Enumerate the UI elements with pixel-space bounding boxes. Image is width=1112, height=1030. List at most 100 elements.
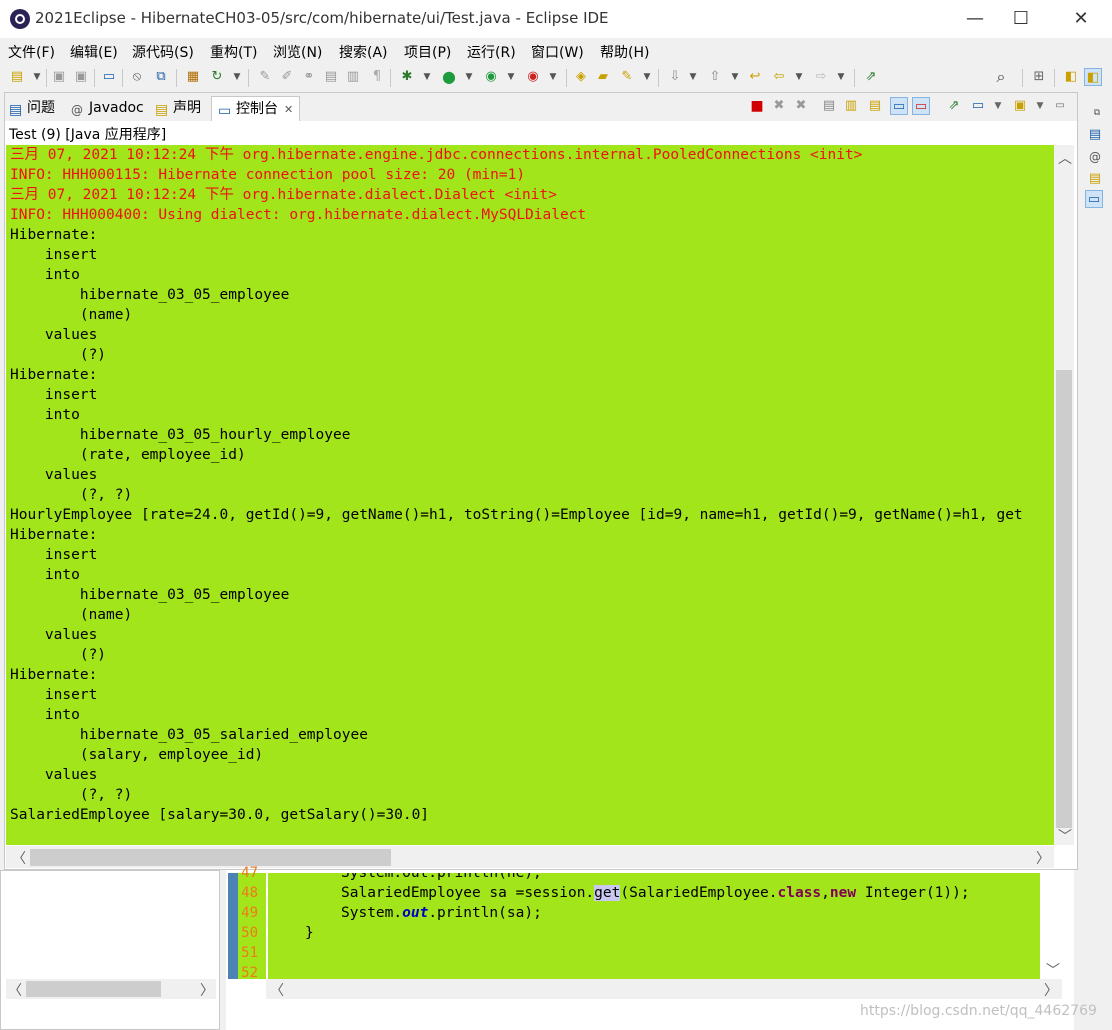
chevron-down-icon[interactable]: ▼	[989, 97, 1007, 115]
menu-edit[interactable]: 编辑(E)	[70, 42, 118, 62]
scroll-right-icon[interactable]: 〉	[200, 980, 214, 1000]
scroll-right-icon[interactable]: 〉	[1044, 980, 1058, 1000]
save-all-icon[interactable]: ▣	[72, 68, 90, 86]
pin-console-icon[interactable]: ⇗	[945, 97, 963, 115]
tab-declaration[interactable]: ▤ 声明	[155, 96, 201, 120]
console-icon[interactable]: ▭	[100, 68, 118, 86]
last-edit-icon[interactable]: ↩	[746, 68, 764, 86]
console-vertical-scroll-thumb[interactable]	[1056, 370, 1072, 828]
menu-window[interactable]: 窗口(W)	[531, 42, 584, 62]
console-output[interactable]: 三月 07, 2021 10:12:24 下午 org.hibernate.en…	[6, 145, 1054, 845]
chevron-down-icon[interactable]: ▼	[502, 68, 520, 86]
menu-bar: 文件(F) 编辑(E) 源代码(S) 重构(T) 浏览(N) 搜索(A) 项目(…	[0, 38, 1112, 64]
block-icon[interactable]: ▤	[322, 68, 340, 86]
next-annotation-icon[interactable]: ⇩	[666, 68, 684, 86]
open-console-icon[interactable]: ▣	[1011, 97, 1029, 115]
display-console-icon[interactable]: ▭	[969, 97, 987, 115]
build-icon[interactable]: ⧉	[152, 68, 170, 86]
java-ee-perspective-icon[interactable]: ◧	[1062, 68, 1080, 86]
menu-navigate[interactable]: 浏览(N)	[273, 42, 322, 62]
open-folder-icon[interactable]: ▰	[594, 68, 612, 86]
maximize-button[interactable]: ☐	[998, 4, 1044, 34]
link-icon[interactable]: ⚭	[300, 68, 318, 86]
scroll-left-icon[interactable]: 〈	[270, 980, 284, 1000]
run-icon[interactable]: ●	[440, 68, 458, 86]
pin-editor-icon[interactable]: ⇗	[862, 68, 880, 86]
chevron-down-icon[interactable]: ▼	[460, 68, 478, 86]
external-tools-icon[interactable]: ◉	[524, 68, 542, 86]
menu-file[interactable]: 文件(F)	[8, 42, 55, 62]
explorer-horizontal-scroll-thumb[interactable]	[26, 981, 161, 997]
terminate-icon[interactable]: ■	[748, 97, 766, 115]
tab-console[interactable]: ▭ 控制台 ✕	[211, 96, 301, 121]
perspective-icon[interactable]: ⊞	[1030, 68, 1048, 86]
show-stdout-icon[interactable]: ▭	[890, 97, 908, 115]
menu-source[interactable]: 源代码(S)	[132, 42, 194, 62]
console-horizontal-scroll-thumb[interactable]	[30, 849, 391, 866]
scroll-up-icon[interactable]: ︿	[1058, 148, 1072, 168]
tab-problems[interactable]: ▤ 问题	[9, 96, 55, 120]
restore-icon[interactable]: ⧉	[1088, 104, 1106, 122]
close-button[interactable]: ✕	[1058, 4, 1104, 34]
chevron-down-icon[interactable]: ▼	[1031, 97, 1049, 115]
save-icon[interactable]: ▣	[50, 68, 68, 86]
remove-all-icon[interactable]: ✖	[792, 97, 810, 115]
scroll-left-icon[interactable]: 〈	[8, 980, 22, 1000]
pin-icon[interactable]: ✎	[256, 68, 274, 86]
problems-icon[interactable]: ▤	[1086, 126, 1104, 144]
tab-javadoc[interactable]: @ Javadoc	[71, 96, 144, 120]
scroll-left-icon[interactable]: 〈	[12, 848, 26, 868]
javadoc-icon[interactable]: @	[1086, 148, 1104, 166]
forward-icon[interactable]: ⇨	[812, 68, 830, 86]
chevron-down-icon[interactable]: ▼	[544, 68, 562, 86]
word-wrap-icon[interactable]: ▤	[866, 97, 884, 115]
coverage-icon[interactable]: ◉	[482, 68, 500, 86]
declaration-icon[interactable]: ▤	[1086, 170, 1104, 188]
new-java-project-icon[interactable]: ▦	[184, 68, 202, 86]
new-icon[interactable]: ▤	[8, 68, 26, 86]
debug-icon[interactable]: ✱	[398, 68, 416, 86]
scroll-down-icon[interactable]: ﹀	[1046, 960, 1060, 980]
scroll-right-icon[interactable]: 〉	[1036, 848, 1050, 868]
toolbar-separator	[1054, 69, 1055, 87]
open-type-icon[interactable]: ◈	[572, 68, 590, 86]
console-stdout-line: hibernate_03_05_employee	[10, 587, 290, 603]
search-icon[interactable]: ⌕	[992, 68, 1010, 86]
prev-annotation-icon[interactable]: ⇧	[706, 68, 724, 86]
menu-search[interactable]: 搜索(A)	[339, 42, 388, 62]
chevron-down-icon[interactable]: ▼	[28, 68, 46, 86]
close-icon[interactable]: ✕	[284, 103, 293, 116]
scroll-down-icon[interactable]: ﹀	[1058, 826, 1072, 846]
show-stderr-icon[interactable]: ▭	[912, 97, 930, 115]
minimize-button[interactable]: —	[952, 4, 998, 34]
remove-launch-icon[interactable]: ✖	[770, 97, 788, 115]
editor-horizontal-scrollbar[interactable]	[266, 979, 1062, 999]
refresh-icon[interactable]: ↻	[208, 68, 226, 86]
menu-help[interactable]: 帮助(H)	[600, 42, 649, 62]
skip-breakpoints-icon[interactable]: ⦸	[128, 68, 146, 86]
pilcrow-icon[interactable]: ¶	[368, 68, 386, 86]
menu-project[interactable]: 项目(P)	[404, 42, 451, 62]
console-stdout-line: into	[10, 567, 80, 583]
code-field: out	[402, 905, 429, 921]
code-area[interactable]: System.out.println(he); SalariedEmployee…	[268, 873, 1040, 979]
console-stdout-line: (?, ?)	[10, 487, 133, 503]
menu-refactor[interactable]: 重构(T)	[210, 42, 257, 62]
chevron-down-icon[interactable]: ▼	[790, 68, 808, 86]
chevron-down-icon[interactable]: ▼	[726, 68, 744, 86]
chevron-down-icon[interactable]: ▼	[832, 68, 850, 86]
chevron-down-icon[interactable]: ▼	[418, 68, 436, 86]
clear-console-icon[interactable]: ▤	[820, 97, 838, 115]
chevron-down-icon[interactable]: ▼	[684, 68, 702, 86]
java-perspective-icon[interactable]: ◧	[1084, 68, 1102, 86]
console-icon[interactable]: ▭	[1085, 190, 1103, 208]
scroll-lock-icon[interactable]: ▥	[842, 97, 860, 115]
brush-icon[interactable]: ✐	[278, 68, 296, 86]
chevron-down-icon[interactable]: ▼	[638, 68, 656, 86]
back-icon[interactable]: ⇦	[770, 68, 788, 86]
minimize-view-icon[interactable]: ▭	[1051, 97, 1069, 115]
menu-run[interactable]: 运行(R)	[467, 42, 516, 62]
open-task-icon[interactable]: ✎	[618, 68, 636, 86]
whitespace-icon[interactable]: ▥	[344, 68, 362, 86]
chevron-down-icon[interactable]: ▼	[228, 68, 246, 86]
